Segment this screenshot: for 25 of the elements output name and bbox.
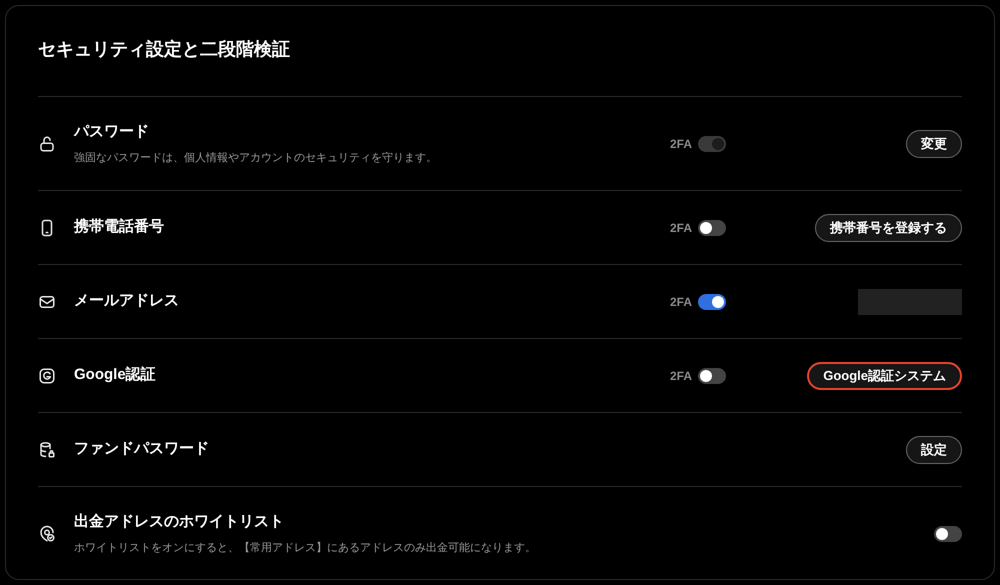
setting-label: 出金アドレスのホワイトリスト: [74, 512, 285, 532]
action-button[interactable]: 変更: [906, 130, 962, 158]
setting-label: ファンドパスワード: [74, 439, 210, 460]
setting-label: メールアドレス: [74, 291, 180, 312]
two-factor-label: 2FA: [670, 294, 692, 310]
setting-description: 強固なパスワードは、個人情報やアカウントのセキュリティを守ります。: [74, 150, 438, 166]
toggle-switch[interactable]: [698, 294, 726, 310]
action-button[interactable]: Google認証システム: [807, 362, 962, 390]
page-title: セキュリティ設定と二段階検証: [38, 38, 291, 61]
toggle-switch[interactable]: [698, 368, 726, 384]
two-factor-label: 2FA: [670, 220, 692, 236]
action-button[interactable]: 設定: [906, 436, 962, 464]
google-icon: [38, 366, 56, 384]
setting-description: ホワイトリストをオンにすると、【常用アドレス】にあるアドレスのみ出金可能になります。: [74, 540, 537, 556]
setting-label: Google認証: [74, 365, 157, 386]
location-shield-icon: [38, 524, 56, 542]
setting-label: パスワード: [74, 122, 150, 142]
two-factor-label: 2FA: [670, 136, 692, 152]
toggle-switch[interactable]: [934, 526, 962, 542]
database-lock-icon: [38, 440, 56, 458]
padlock-icon: [38, 134, 56, 152]
toggle-switch[interactable]: [698, 220, 726, 236]
setting-label: 携帯電話番号: [74, 217, 165, 238]
two-factor-label: 2FA: [670, 368, 692, 384]
action-button[interactable]: 携帯番号を登録する: [815, 214, 962, 242]
